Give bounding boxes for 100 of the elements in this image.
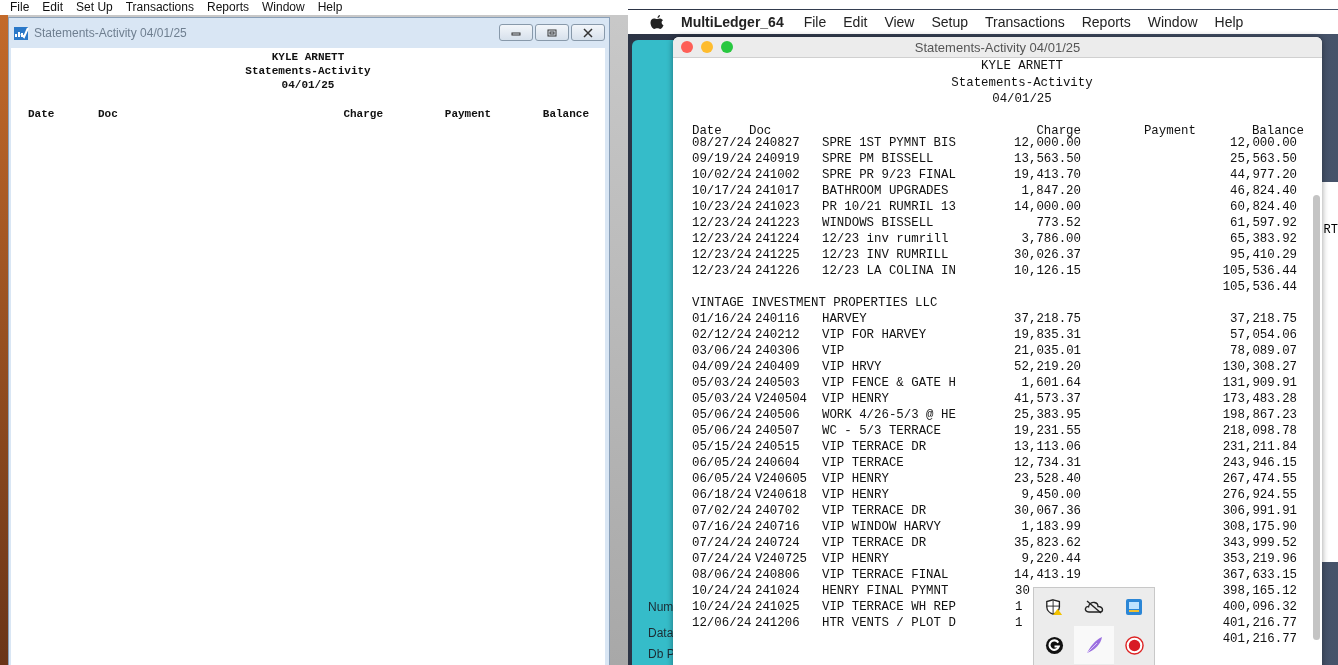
table-cell-text: VIP TERRACE [822,454,905,471]
menu-item[interactable]: Window [1147,14,1198,30]
table-cell-text: VIP HENRY [822,470,890,487]
table-cell-text: 353,219.96 [1221,550,1297,567]
menu-item[interactable]: Setup [931,14,969,30]
table-cell-text: 400,096.32 [1221,598,1297,615]
column-header: Doc [98,108,118,120]
cloud-off-icon[interactable] [1084,600,1104,614]
table-cell: 23,528.40 [1014,470,1081,487]
grammar-icon[interactable] [1044,635,1064,655]
table-cell-text: 240716 [755,518,801,535]
table-cell-text: 105,536.44 [1221,262,1297,279]
table-cell-text: 07/24/24 [692,550,753,567]
menu-item[interactable]: Window [262,0,305,15]
chart-icon [13,24,29,41]
table-cell-text: 241225 [755,246,801,263]
table-cell-text: 05/15/24 [692,438,753,455]
table-cell-text: WINDOWS BISSELL [822,214,935,231]
menu-item[interactable]: Help [1214,14,1244,30]
table-cell-text: 241017 [755,182,801,199]
table-cell-text: 05/03/24 [692,374,753,391]
menu-item[interactable]: Reports [1081,14,1131,30]
table-cell-text: 06/18/24 [692,486,753,503]
menu-item[interactable]: File [803,14,827,30]
app-name[interactable]: MultiLedger_64 [681,14,784,30]
table-cell-text: 240702 [755,502,801,519]
menu-item[interactable]: File [10,0,30,15]
table-cell-text: V240725 [755,550,809,567]
table-cell-text: 05/06/24 [692,422,753,439]
record-icon[interactable] [1124,635,1144,655]
table-cell-text: 12/23/24 [692,262,753,279]
table-cell-text: 241002 [755,166,801,183]
menu-item[interactable]: Reports [206,0,249,15]
table-cell-text: 240507 [755,422,801,439]
table-cell-text: VIP HENRY [822,550,890,567]
table-cell-text: 12/23 inv rumrill [822,230,950,247]
table-cell-text: V240605 [755,470,809,487]
table-cell: 12,734.31 [1014,454,1081,471]
table-cell-text: BATHROOM UPGRADES [822,182,950,199]
table-cell-text: 308,175.90 [1221,518,1297,535]
table-cell-text: 10/23/24 [692,198,753,215]
table-cell: 21,035.01 [1014,342,1081,359]
table-cell-text: 241206 [755,614,801,631]
table-cell-text: 241224 [755,230,801,247]
table-cell-text: 07/02/24 [692,502,753,519]
minimize-button[interactable] [499,24,533,41]
table-cell-text: VIP TERRACE DR [822,438,928,455]
feather-icon[interactable] [1084,635,1104,655]
table-cell: 13,563.50 [1014,150,1081,167]
table-cell-text: 241223 [755,214,801,231]
menu-item[interactable]: Transactions [125,0,194,15]
close-button[interactable] [571,24,605,41]
table-cell-text: 240212 [755,326,801,343]
column-header: Date [28,108,55,120]
menu-item[interactable]: Edit [843,14,868,30]
table-cell: 19,413.70 [1014,166,1081,183]
menu-item[interactable]: Set Up [76,0,113,15]
table-cell-text: 05/06/24 [692,406,753,423]
table-cell-text: 267,474.55 [1221,470,1297,487]
table-cell-text: 02/12/24 [692,326,753,343]
table-cell-text: 08/27/24 [692,134,753,151]
table-cell-text: 95,410.29 [1229,246,1297,263]
zoom-button[interactable] [721,41,733,53]
table-cell-text: 57,054.06 [1229,326,1297,343]
shield-warning-icon[interactable] [1045,598,1063,616]
window-text: RT [1323,223,1338,237]
column-header: Balance [542,108,589,120]
table-cell-text: 10/24/24 [692,598,753,615]
table-cell-text: 240503 [755,374,801,391]
menu-item[interactable]: Transactions [985,14,1065,30]
table-cell-text: 07/16/24 [692,518,753,535]
menu-item[interactable]: Edit [42,0,64,15]
table-cell-text: 12/06/24 [692,614,753,631]
table-cell-text: SPRE 1ST PYMNT BIS [822,134,957,151]
table-cell-text: 10/02/24 [692,166,753,183]
scrollbar-thumb[interactable] [1313,195,1320,640]
table-cell-text: 08/06/24 [692,566,753,583]
table-cell-text: 401,216.77 [1221,614,1297,631]
menu-item[interactable]: Help [317,0,343,15]
table-cell-text: 12/23/24 [692,214,753,231]
table-cell-text: VIP TERRACE DR [822,502,928,519]
table-cell: 10,126.15 [1014,262,1081,279]
table-cell-text: 12,000.00 [1229,134,1297,151]
table-cell-text: 241024 [755,582,801,599]
table-cell-text: VIP TERRACE FINAL [822,566,950,583]
column-header: Payment [444,108,491,120]
table-cell-text: 25,563.50 [1229,150,1297,167]
table-cell: 37,218.75 [1014,310,1081,327]
table-cell-text: 07/24/24 [692,534,753,551]
menu-item[interactable]: View [884,14,915,30]
table-cell-text: 240116 [755,310,801,327]
table-cell-text: HARVEY [822,310,868,327]
table-cell-text: 173,483.28 [1221,390,1297,407]
table-cell-text: VIP HENRY [822,486,890,503]
table-cell-text: 240515 [755,438,801,455]
table-cell-text: 44,977.20 [1229,166,1297,183]
report-company: KYLE ARNETT [270,50,346,64]
table-cell-text: VIP HRVY [822,358,883,375]
app-icon[interactable] [1125,598,1143,616]
apple-icon[interactable] [650,14,664,30]
